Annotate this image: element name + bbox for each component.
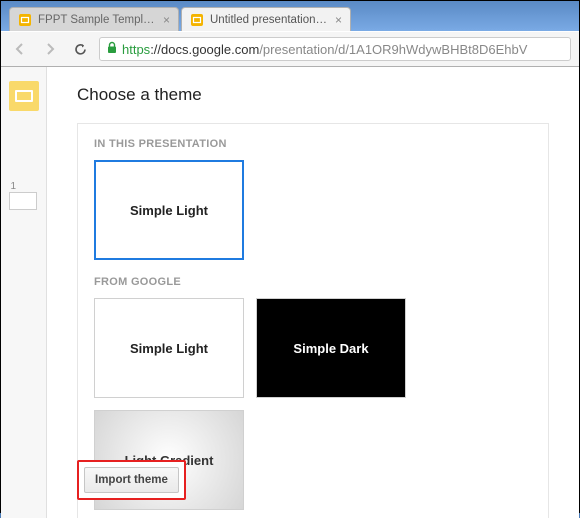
url-scheme: https <box>122 42 150 57</box>
tab-strip: FPPT Sample Template - G × Untitled pres… <box>1 1 579 31</box>
browser-tab[interactable]: Untitled presentation - Go × <box>181 7 351 31</box>
forward-button[interactable] <box>39 38 61 60</box>
tab-title: Untitled presentation - Go <box>210 14 329 26</box>
section-label: IN THIS PRESENTATION <box>94 138 532 150</box>
slide-number: 1 <box>9 181 39 192</box>
browser-tab[interactable]: FPPT Sample Template - G × <box>9 7 179 31</box>
lock-icon <box>106 41 118 57</box>
app-area: 1 Choose a theme IN THIS PRESENTATION Si… <box>1 67 579 518</box>
theme-section-in-presentation: IN THIS PRESENTATION Simple Light FROM G… <box>77 123 549 518</box>
slides-logo[interactable] <box>9 81 39 111</box>
address-bar[interactable]: https://docs.google.com/presentation/d/1… <box>99 37 571 61</box>
theme-dialog: Choose a theme IN THIS PRESENTATION Simp… <box>47 85 579 518</box>
theme-grid: Simple Light <box>94 160 532 260</box>
close-icon[interactable]: × <box>335 13 342 27</box>
import-highlight: Import theme <box>77 460 186 500</box>
theme-simple-light[interactable]: Simple Light <box>94 298 244 398</box>
slide-preview <box>9 192 37 210</box>
theme-name: Simple Light <box>130 341 208 356</box>
url-host: ://docs.google.com <box>150 42 259 57</box>
import-theme-button[interactable]: Import theme <box>84 467 179 493</box>
slide-thumbnail[interactable]: 1 <box>9 181 39 210</box>
theme-name: Simple Light <box>130 203 208 218</box>
theme-name: Simple Dark <box>293 341 368 356</box>
main-panel: Choose a theme IN THIS PRESENTATION Simp… <box>47 67 579 518</box>
back-button[interactable] <box>9 38 31 60</box>
browser-chrome: FPPT Sample Template - G × Untitled pres… <box>1 1 579 67</box>
theme-simple-light[interactable]: Simple Light <box>94 160 244 260</box>
theme-simple-dark[interactable]: Simple Dark <box>256 298 406 398</box>
close-icon[interactable]: × <box>163 13 170 27</box>
url-text: https://docs.google.com/presentation/d/1… <box>122 42 527 57</box>
tab-title: FPPT Sample Template - G <box>38 14 157 26</box>
reload-button[interactable] <box>69 38 91 60</box>
dialog-title: Choose a theme <box>77 85 549 105</box>
slides-favicon <box>190 13 204 27</box>
browser-toolbar: https://docs.google.com/presentation/d/1… <box>1 31 579 66</box>
left-rail: 1 <box>1 67 47 518</box>
slides-favicon <box>18 13 32 27</box>
section-label: FROM GOOGLE <box>94 276 532 288</box>
url-path: /presentation/d/1A1OR9hWdywBHBt8D6EhbV <box>259 42 527 57</box>
